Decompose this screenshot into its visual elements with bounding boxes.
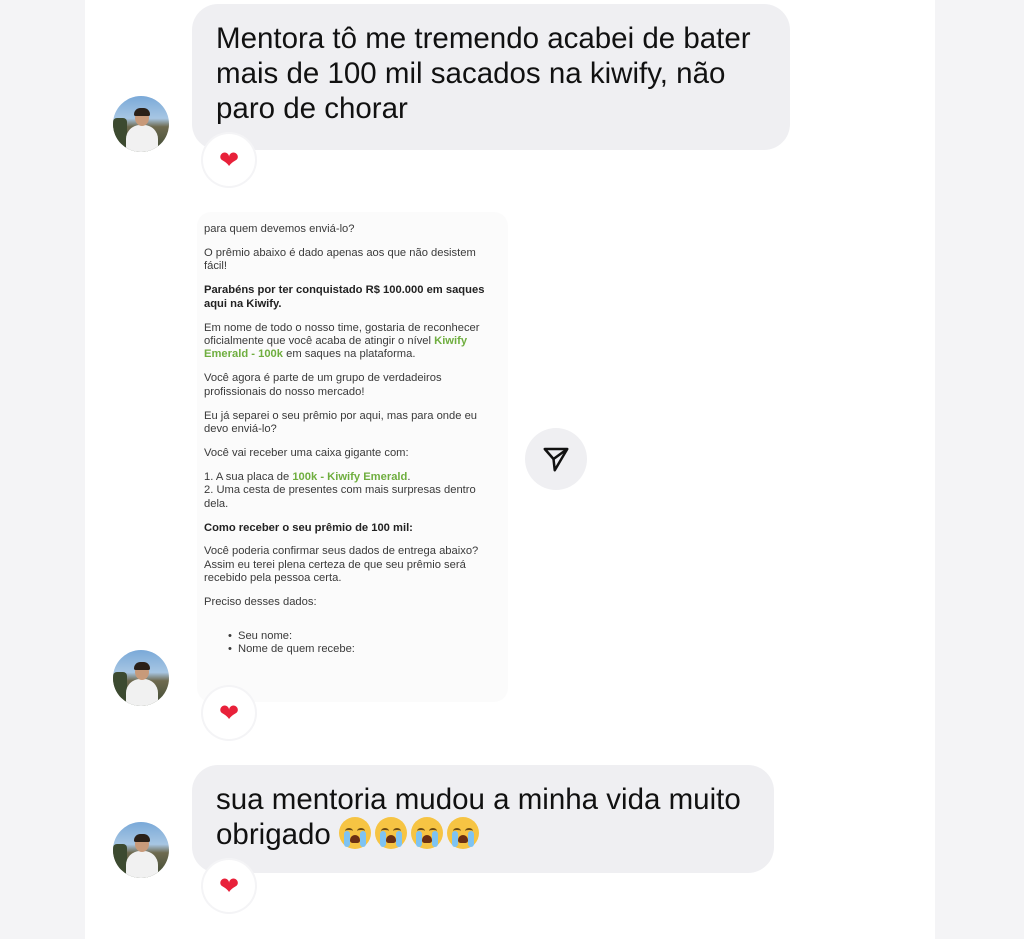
avatar-background: [113, 844, 127, 878]
avatar-background: [113, 672, 127, 706]
post-text: Você poderia confirmar seus dados de ent…: [204, 545, 479, 585]
heart-icon: ❤: [218, 872, 240, 900]
post-text: O prêmio abaixo é dado apenas aos que nã…: [204, 246, 476, 273]
heart-icon: ❤: [218, 699, 240, 727]
emoji-group: [339, 817, 483, 851]
post-list: 1. A sua placa de 100k - Kiwify Emerald.…: [204, 471, 500, 511]
post-text: para quem devemos enviá-lo?: [204, 223, 355, 235]
avatar-hair: [134, 834, 150, 842]
post-text: Você agora é parte de um grupo de verdad…: [204, 372, 442, 398]
avatar-body: [126, 125, 158, 152]
loudly-crying-face-icon: [339, 817, 372, 849]
post-text: em saques na plataforma.: [282, 348, 416, 361]
avatar-hair: [134, 108, 150, 116]
post-highlight: 100k - Kiwify Emerald: [292, 470, 408, 483]
loudly-crying-face-icon: [375, 817, 408, 849]
post-bullet-list: Seu nome: Nome de quem recebe:: [204, 630, 500, 657]
post-text: 2. Uma cesta de presentes com mais surpr…: [204, 484, 476, 510]
loudly-crying-face-icon: [447, 817, 480, 849]
heart-reaction[interactable]: ❤: [203, 860, 255, 912]
post-bullet: Nome de quem recebe:: [228, 643, 500, 657]
post-paragraph: Em nome de todo o nosso time, gostaria d…: [204, 322, 500, 362]
shared-post-card[interactable]: para quem devemos enviá-lo? O prêmio aba…: [197, 212, 508, 702]
send-icon: [543, 447, 569, 472]
heart-reaction[interactable]: ❤: [203, 134, 255, 186]
avatar-hair: [134, 662, 150, 670]
sender-avatar[interactable]: [113, 822, 169, 878]
message-text: Mentora tô me tremendo acabei de bater m…: [216, 22, 751, 125]
post-text: .: [407, 470, 411, 483]
post-text: 1. A sua placa de: [204, 470, 293, 483]
post-bullet: Seu nome:: [228, 630, 500, 644]
post-text: Você vai receber uma caixa gigante com:: [204, 446, 409, 459]
message-bubble[interactable]: Mentora tô me tremendo acabei de bater m…: [192, 4, 790, 150]
heart-reaction[interactable]: ❤: [203, 687, 255, 739]
heart-icon: ❤: [218, 146, 240, 174]
loudly-crying-face-icon: [411, 817, 444, 849]
post-bold-text: Como receber o seu prêmio de 100 mil:: [204, 521, 413, 534]
share-button[interactable]: [525, 428, 587, 490]
avatar-body: [126, 679, 158, 706]
post-bold-text: Parabéns por ter conquistado R$ 100.000 …: [204, 284, 485, 310]
sender-avatar[interactable]: [113, 96, 169, 152]
post-text: Preciso desses dados:: [204, 596, 317, 609]
message-bubble[interactable]: sua mentoria mudou a minha vida muito ob…: [192, 765, 774, 873]
sender-avatar[interactable]: [113, 650, 169, 706]
avatar-body: [126, 851, 158, 878]
post-text: Eu já separei o seu prêmio por aqui, mas…: [204, 409, 478, 435]
avatar-background: [113, 118, 127, 152]
